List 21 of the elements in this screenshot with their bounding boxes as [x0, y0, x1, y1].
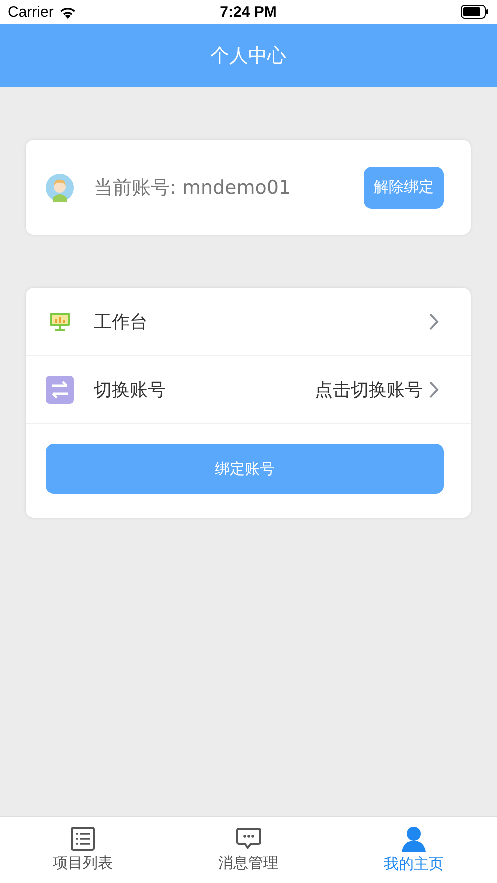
menu-label: 工作台 — [94, 310, 149, 334]
page-title: 个人中心 — [210, 44, 286, 68]
chevron-icon — [429, 380, 439, 398]
menu-item[interactable]: 工作台 — [26, 288, 471, 356]
tab[interactable]: 项目列表 — [52, 854, 113, 873]
swap-icon — [46, 376, 74, 404]
chevron-icon — [429, 312, 439, 330]
tab[interactable]: 我的主页 — [384, 855, 444, 874]
wifi-icon — [58, 6, 77, 18]
battery-icon — [460, 5, 489, 19]
list-icon — [70, 827, 96, 851]
avatar-icon — [46, 174, 74, 202]
person-icon — [401, 826, 428, 852]
menu-label: 切换账号 — [94, 378, 167, 402]
menu-value: 点击切换账号 — [315, 378, 423, 402]
menu-item[interactable]: 切换账号 点击切换账号 — [26, 356, 471, 424]
tab[interactable]: 消息管理 — [218, 854, 278, 873]
carrier-name: Carrier — [8, 4, 54, 20]
chat-icon — [236, 827, 262, 851]
clock-time: 7:24 PM — [220, 4, 277, 20]
current-account-text: 当前账号: mndemo01 — [94, 176, 292, 200]
